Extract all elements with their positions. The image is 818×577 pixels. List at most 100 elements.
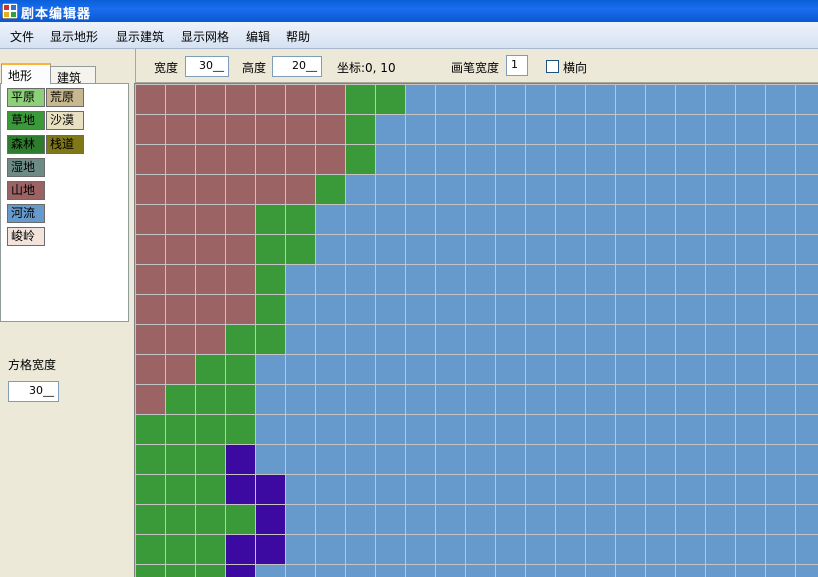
map-cell[interactable]	[766, 85, 795, 114]
map-cell[interactable]	[376, 295, 405, 324]
map-cell[interactable]	[736, 415, 765, 444]
map-cell[interactable]	[196, 535, 225, 564]
map-cell[interactable]	[706, 445, 735, 474]
map-cell[interactable]	[616, 85, 645, 114]
map-cell[interactable]	[556, 355, 585, 384]
map-cell[interactable]	[646, 115, 675, 144]
map-cell[interactable]	[646, 265, 675, 294]
map-cell[interactable]	[316, 295, 345, 324]
terrain-btn-8[interactable]: 河流	[7, 204, 45, 223]
map-cell[interactable]	[496, 115, 525, 144]
map-cell[interactable]	[436, 355, 465, 384]
map-cell[interactable]	[676, 565, 705, 577]
map-cell[interactable]	[526, 325, 555, 354]
map-cell[interactable]	[706, 145, 735, 174]
map-cell[interactable]	[256, 235, 285, 264]
map-cell[interactable]	[796, 475, 818, 504]
map-cell[interactable]	[196, 505, 225, 534]
map-cell[interactable]	[406, 205, 435, 234]
map-cell[interactable]	[196, 355, 225, 384]
map-cell[interactable]	[136, 205, 165, 234]
map-cell[interactable]	[316, 565, 345, 577]
terrain-btn-6[interactable]: 湿地	[7, 158, 45, 177]
map-cell[interactable]	[376, 175, 405, 204]
map-cell[interactable]	[196, 325, 225, 354]
map-cell[interactable]	[526, 145, 555, 174]
map-cell[interactable]	[136, 325, 165, 354]
map-cell[interactable]	[406, 115, 435, 144]
map-cell[interactable]	[196, 415, 225, 444]
map-cell[interactable]	[376, 205, 405, 234]
map-cell[interactable]	[406, 85, 435, 114]
map-cell[interactable]	[466, 145, 495, 174]
map-cell[interactable]	[346, 355, 375, 384]
map-cell[interactable]	[616, 145, 645, 174]
map-cell[interactable]	[676, 445, 705, 474]
map-cell[interactable]	[706, 535, 735, 564]
map-cell[interactable]	[436, 505, 465, 534]
map-cell[interactable]	[136, 265, 165, 294]
terrain-btn-3[interactable]: 沙漠	[46, 111, 84, 130]
map-width-input[interactable]: 30__	[185, 56, 229, 77]
map-cell[interactable]	[346, 535, 375, 564]
map-cell[interactable]	[526, 115, 555, 144]
map-cell[interactable]	[646, 235, 675, 264]
map-cell[interactable]	[256, 85, 285, 114]
map-cell[interactable]	[256, 115, 285, 144]
map-cell[interactable]	[286, 445, 315, 474]
map-cell[interactable]	[136, 145, 165, 174]
map-cell[interactable]	[586, 565, 615, 577]
map-cell[interactable]	[346, 85, 375, 114]
map-cell[interactable]	[496, 145, 525, 174]
map-cell[interactable]	[436, 325, 465, 354]
map-cell[interactable]	[256, 265, 285, 294]
map-cell[interactable]	[526, 205, 555, 234]
map-cell[interactable]	[616, 355, 645, 384]
map-cell[interactable]	[796, 235, 818, 264]
map-cell[interactable]	[376, 445, 405, 474]
map-cell[interactable]	[346, 385, 375, 414]
map-cell[interactable]	[166, 415, 195, 444]
map-cell[interactable]	[436, 235, 465, 264]
map-cell[interactable]	[646, 175, 675, 204]
map-cell[interactable]	[286, 175, 315, 204]
map-cell[interactable]	[586, 445, 615, 474]
map-cell[interactable]	[706, 115, 735, 144]
map-cell[interactable]	[316, 355, 345, 384]
map-height-input[interactable]: 20__	[272, 56, 322, 77]
map-cell[interactable]	[376, 85, 405, 114]
map-canvas[interactable]	[134, 83, 818, 577]
map-cell[interactable]	[526, 295, 555, 324]
map-cell[interactable]	[586, 205, 615, 234]
map-cell[interactable]	[466, 535, 495, 564]
map-cell[interactable]	[706, 325, 735, 354]
map-cell[interactable]	[436, 565, 465, 577]
map-cell[interactable]	[316, 415, 345, 444]
map-cell[interactable]	[406, 325, 435, 354]
horizontal-checkbox[interactable]	[546, 60, 559, 73]
map-cell[interactable]	[586, 145, 615, 174]
map-cell[interactable]	[676, 535, 705, 564]
map-cell[interactable]	[136, 445, 165, 474]
map-cell[interactable]	[796, 145, 818, 174]
map-cell[interactable]	[796, 265, 818, 294]
map-cell[interactable]	[436, 475, 465, 504]
map-cell[interactable]	[466, 175, 495, 204]
map-cell[interactable]	[616, 115, 645, 144]
map-cell[interactable]	[136, 475, 165, 504]
map-cell[interactable]	[736, 475, 765, 504]
map-cell[interactable]	[766, 415, 795, 444]
map-cell[interactable]	[466, 475, 495, 504]
map-cell[interactable]	[616, 475, 645, 504]
map-cell[interactable]	[316, 115, 345, 144]
map-cell[interactable]	[706, 355, 735, 384]
map-cell[interactable]	[226, 145, 255, 174]
map-cell[interactable]	[436, 205, 465, 234]
map-cell[interactable]	[346, 115, 375, 144]
map-cell[interactable]	[256, 505, 285, 534]
map-cell[interactable]	[226, 175, 255, 204]
map-cell[interactable]	[616, 295, 645, 324]
map-cell[interactable]	[196, 445, 225, 474]
map-cell[interactable]	[556, 535, 585, 564]
map-cell[interactable]	[286, 235, 315, 264]
